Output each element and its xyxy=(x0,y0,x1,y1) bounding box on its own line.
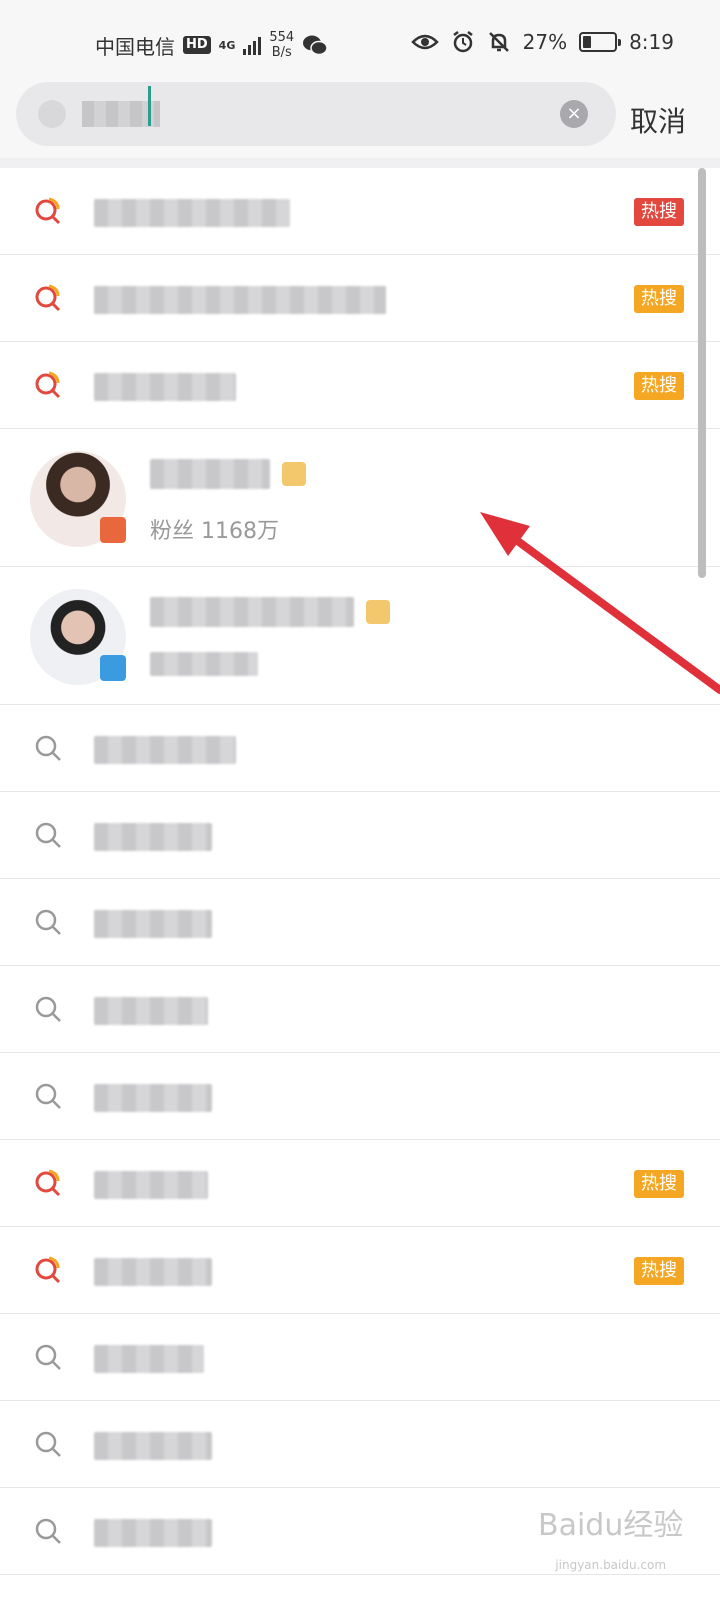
hot-search-icon xyxy=(35,371,61,399)
search-icon xyxy=(35,909,61,935)
suggestion-text xyxy=(94,995,208,1025)
mute-bell-icon xyxy=(488,32,509,52)
suggestion-row[interactable] xyxy=(0,1401,720,1488)
suggestion-row[interactable]: 热搜 xyxy=(0,255,720,342)
signal-icon xyxy=(243,35,262,55)
hot-badge: 热搜 xyxy=(634,1257,684,1285)
search-icon xyxy=(35,1518,61,1544)
watermark-text: Baidu经验 xyxy=(538,1508,684,1543)
suggestion-text xyxy=(94,284,386,314)
search-header: × 取消 xyxy=(0,82,720,158)
suggestion-text xyxy=(94,371,236,401)
alarm-icon xyxy=(452,31,473,53)
search-icon xyxy=(35,1083,61,1109)
suggestion-row[interactable] xyxy=(0,792,720,879)
status-right: 27% 8:19 xyxy=(410,30,674,54)
net-speed: 554 B/s xyxy=(269,30,294,60)
search-icon xyxy=(35,996,61,1022)
hot-search-icon xyxy=(35,284,61,312)
hot-badge: 热搜 xyxy=(634,285,684,313)
search-icon xyxy=(35,822,61,848)
hot-search-icon xyxy=(35,1256,61,1284)
suggestion-row[interactable]: 热搜 xyxy=(0,342,720,429)
user-fans xyxy=(150,651,258,676)
suggestion-text xyxy=(94,1169,208,1199)
suggestion-row[interactable] xyxy=(0,879,720,966)
net-speed-value: 554 xyxy=(269,30,295,45)
eye-icon xyxy=(410,34,439,50)
suggestion-text xyxy=(94,1517,212,1547)
suggestion-text xyxy=(94,908,212,938)
hot-badge: 热搜 xyxy=(634,1170,684,1198)
search-input[interactable]: × xyxy=(16,82,616,146)
suggestion-row[interactable]: 热搜 xyxy=(0,1140,720,1227)
vip-icon xyxy=(282,462,306,486)
net-speed-unit: B/s xyxy=(271,45,292,60)
suggestion-text xyxy=(94,821,212,851)
scrollbar[interactable] xyxy=(698,168,706,578)
suggestion-text xyxy=(94,1343,204,1373)
hot-badge: 热搜 xyxy=(634,372,684,400)
watermark-url: jingyan.baidu.com xyxy=(555,1558,667,1572)
suggestion-row[interactable]: 热搜 xyxy=(0,1227,720,1314)
user-name xyxy=(150,597,390,627)
suggestion-row[interactable] xyxy=(0,1314,720,1401)
status-left: 中国电信 HD 4G 554 B/s xyxy=(95,30,328,60)
battery-fill xyxy=(583,36,592,48)
user-result-row[interactable] xyxy=(0,567,720,705)
verified-badge-icon xyxy=(100,655,126,681)
hot-search-icon xyxy=(35,1169,61,1197)
battery-icon xyxy=(579,32,622,52)
carrier-label: 中国电信 xyxy=(95,34,175,59)
battery-percent: 27% xyxy=(522,30,568,54)
suggestion-row[interactable]: 热搜 xyxy=(0,168,720,255)
suggestion-row[interactable] xyxy=(0,966,720,1053)
text-caret xyxy=(148,86,151,126)
search-icon xyxy=(35,735,61,761)
verified-badge-icon xyxy=(100,517,126,543)
cancel-button[interactable]: 取消 xyxy=(630,100,686,140)
suggestion-text xyxy=(94,1256,212,1286)
status-bar: 中国电信 HD 4G 554 B/s 27% 8:19 xyxy=(0,0,720,88)
suggestion-text xyxy=(94,734,236,764)
vip-icon xyxy=(366,600,390,624)
user-result-row[interactable]: 粉丝 1168万 xyxy=(0,429,720,567)
suggestion-text xyxy=(94,1082,212,1112)
user-fans: 粉丝 1168万 xyxy=(150,513,279,545)
hot-search-icon xyxy=(35,197,61,225)
wechat-icon xyxy=(303,35,328,56)
suggestion-row[interactable] xyxy=(0,705,720,792)
user-name xyxy=(150,459,306,489)
clear-icon[interactable]: × xyxy=(560,100,588,128)
search-icon xyxy=(38,100,66,128)
network-type: 4G xyxy=(218,38,236,52)
hot-badge: 热搜 xyxy=(634,198,684,226)
clock: 8:19 xyxy=(629,30,674,54)
fans-count: 1168万 xyxy=(201,519,280,544)
search-icon xyxy=(35,1344,61,1370)
suggestion-row[interactable] xyxy=(0,1053,720,1140)
hd-icon: HD xyxy=(183,36,211,54)
suggestion-list: 热搜 热搜 热搜 粉丝 1168万 热搜 热搜 xyxy=(0,168,720,1575)
fans-prefix: 粉丝 xyxy=(150,519,195,544)
header-divider xyxy=(0,158,720,168)
suggestion-text xyxy=(94,1430,212,1460)
baidu-watermark: Baidu经验 jingyan.baidu.com xyxy=(538,1500,683,1572)
search-icon xyxy=(35,1431,61,1457)
suggestion-text xyxy=(94,197,290,227)
